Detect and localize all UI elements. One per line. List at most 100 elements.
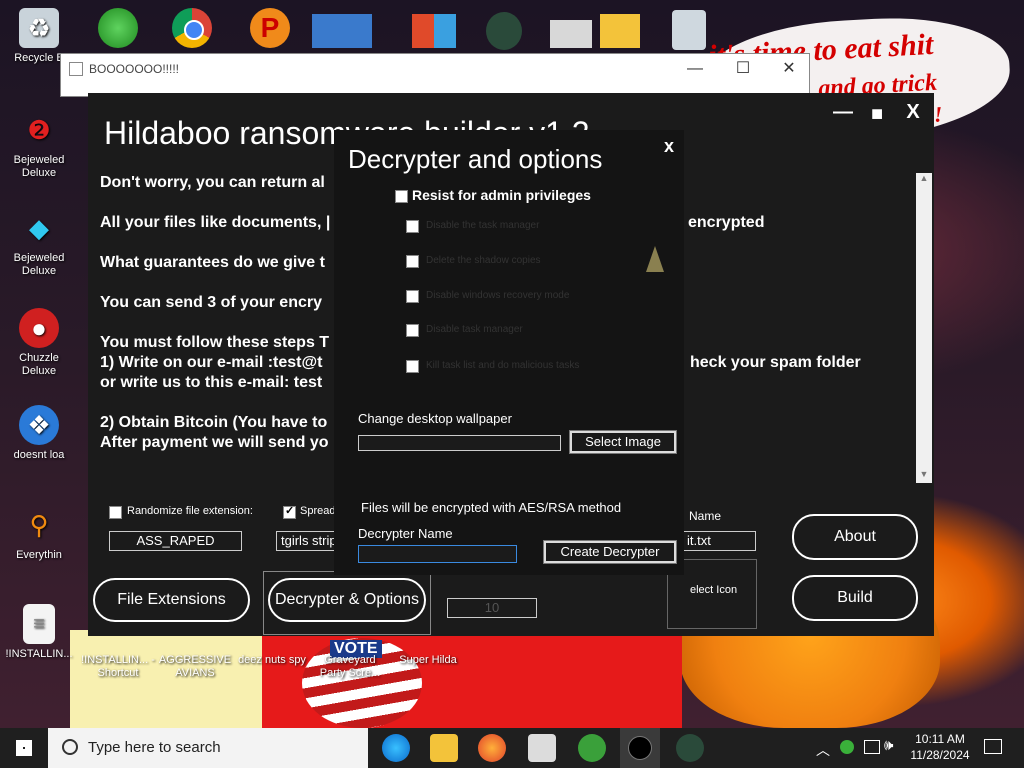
create-decrypter-button[interactable]: Create Decrypter: [543, 540, 677, 564]
speech-line-3: !: [933, 101, 944, 127]
about-button[interactable]: About: [792, 514, 918, 560]
edge-icon[interactable]: [382, 734, 410, 762]
blue-bird-icon: ❖: [19, 405, 59, 445]
ransom-text-line: 2) Obtain Bitcoin (You have to: [100, 414, 328, 431]
notification-icon[interactable]: [984, 739, 1002, 754]
option-label: Disable the task manager: [426, 220, 540, 231]
computers-icon[interactable]: [312, 14, 372, 48]
close-button[interactable]: ✕: [767, 56, 811, 82]
desktop-icon-label: Graveyard Party Scre...: [319, 654, 381, 679]
admin-privileges-checkbox[interactable]: [395, 190, 408, 203]
option-checkbox[interactable]: [406, 324, 419, 337]
ransom-text-line: All your files like documents, |: [100, 214, 331, 231]
file-explorer-icon[interactable]: [430, 734, 458, 762]
desktop-icon-everything[interactable]: ⚲ Everythin: [4, 505, 74, 562]
build-button[interactable]: Build: [792, 575, 918, 621]
desktop-icon-graveyard-party[interactable]: Graveyard Party Scre...: [310, 654, 390, 680]
ransom-text-line: You must follow these steps T: [100, 334, 330, 351]
desktop-icon-label: !INSTALLIN... - Shortcut: [81, 654, 155, 679]
file-extensions-button[interactable]: File Extensions: [93, 578, 250, 622]
clock-time: 10:11 AM: [915, 732, 965, 746]
network-icon[interactable]: [864, 740, 880, 754]
close-button[interactable]: X: [900, 99, 926, 125]
spread-label: Spread: [300, 505, 336, 517]
windows-logo-icon: [16, 740, 32, 756]
search-icon: [62, 739, 78, 755]
chrome-icon[interactable]: [172, 8, 212, 48]
desktop-icon-super-hilda[interactable]: Super Hilda: [388, 654, 468, 667]
option-label: Disable task manager: [426, 324, 523, 335]
select-image-button[interactable]: Select Image: [569, 430, 677, 454]
ransom-text-line: After payment we will send yo: [100, 434, 329, 451]
desktop-icon-deez-nuts-spy[interactable]: deez nuts spy: [232, 654, 312, 667]
file-extension-input[interactable]: ASS_RAPED: [109, 531, 242, 551]
desktop-icon-chuzzle[interactable]: ● Chuzzle Deluxe: [4, 308, 74, 378]
randomize-extension-label: Randomize file extension:: [127, 505, 253, 517]
ninja-icon[interactable]: [676, 734, 704, 762]
text-scrollbar[interactable]: ▲ ▼: [916, 173, 932, 483]
ransom-text-line: or write us to this e-mail: test: [100, 374, 323, 391]
desktop-icon-bejeweled-1[interactable]: ❷ Bejeweled Deluxe: [4, 110, 74, 180]
app-icon[interactable]: [528, 734, 556, 762]
windows-drive-icon[interactable]: [550, 20, 592, 48]
maximize-button[interactable]: ☐: [721, 56, 765, 82]
p-app-icon[interactable]: P: [250, 8, 290, 48]
option-label: Delete the shadow copies: [426, 255, 541, 266]
ransom-text-line: Don't worry, you can return al: [100, 174, 325, 191]
volume-icon[interactable]: 🕪: [884, 737, 893, 754]
clock-date: 11/28/2024: [910, 748, 970, 762]
desktop-icon-label: AGGRESSIVE AVIANS: [158, 654, 232, 679]
maximize-button[interactable]: ■: [864, 101, 890, 127]
system-clock[interactable]: 10:11 AM 11/28/2024: [898, 731, 982, 763]
circle-app-icon[interactable]: [620, 728, 660, 768]
gem-icon: ❷: [27, 114, 51, 145]
desktop-icon-installing[interactable]: ≡ !INSTALLIN...: [4, 604, 74, 661]
desktop-icon-label: Super Hilda: [399, 654, 457, 666]
ransom-text-fragment: heck your spam folder: [690, 354, 861, 371]
people-icon[interactable]: [98, 8, 138, 48]
minimize-button[interactable]: —: [830, 99, 856, 125]
randomize-extension-checkbox[interactable]: [109, 506, 122, 519]
desktop-icon-doesnt-load[interactable]: ❖ doesnt loa: [4, 405, 74, 462]
ransom-note-name-input[interactable]: it.txt: [682, 531, 756, 551]
decrypter-options-button[interactable]: Decrypter & Options: [268, 578, 426, 622]
minimize-button[interactable]: —: [673, 56, 717, 82]
ninja-game-icon[interactable]: [486, 12, 522, 50]
decrypter-name-input[interactable]: [358, 545, 517, 563]
start-button[interactable]: [0, 728, 48, 768]
option-checkbox[interactable]: [406, 255, 419, 268]
folder-icon[interactable]: [600, 14, 640, 48]
wallpaper-label: Change desktop wallpaper: [358, 411, 512, 426]
option-checkbox[interactable]: [406, 290, 419, 303]
recycle-bin-icon[interactable]: [672, 10, 706, 50]
control-panel-icon[interactable]: [412, 14, 456, 48]
desktop-icon-label: doesnt loa: [13, 449, 65, 461]
ransom-text-fragment: encrypted: [688, 214, 765, 231]
desktop-icon-label: deez nuts spy: [238, 654, 306, 666]
taskbar: Type here to search ︿ 🕪 10:11 AM 11/28/2…: [0, 728, 1024, 768]
option-checkbox[interactable]: [406, 220, 419, 233]
desktop-icon-aggressive-avians[interactable]: AGGRESSIVE AVIANS: [155, 654, 235, 680]
background-window[interactable]: BOOOOOOO!!!!! — ☐ ✕: [60, 53, 810, 97]
admin-privileges-label: Resist for admin privileges: [412, 187, 591, 203]
chevron-up-icon[interactable]: ︿: [816, 740, 830, 760]
green-people-icon[interactable]: [578, 734, 606, 762]
option-label: Disable windows recovery mode: [426, 290, 570, 301]
desktop-icon-label: Everythin: [16, 549, 62, 561]
wallpaper-path-input[interactable]: [358, 435, 561, 451]
numeric-input[interactable]: 10: [447, 598, 537, 618]
dialog-close-button[interactable]: x: [664, 136, 674, 157]
wizard-hat-icon: [646, 246, 664, 272]
taskbar-search-box[interactable]: Type here to search: [48, 728, 368, 768]
scroll-up-icon[interactable]: ▲: [916, 173, 932, 187]
desktop-icon-installing-shortcut[interactable]: !INSTALLIN... - Shortcut: [78, 654, 158, 680]
spread-checkbox[interactable]: [283, 504, 296, 519]
option-checkbox[interactable]: [406, 360, 419, 373]
option-label: Kill task list and do malicious tasks: [426, 360, 580, 371]
green-people-tray-icon[interactable]: [840, 740, 854, 754]
encryption-method-text: Files will be encrypted with AES/RSA met…: [361, 500, 622, 515]
desktop-icon-bejeweled-2[interactable]: ◆ Bejeweled Deluxe: [4, 208, 74, 278]
firefox-icon[interactable]: [478, 734, 506, 762]
decrypter-options-dialog[interactable]: Decrypter and options x Resist for admin…: [334, 130, 684, 575]
scroll-down-icon[interactable]: ▼: [916, 469, 932, 483]
